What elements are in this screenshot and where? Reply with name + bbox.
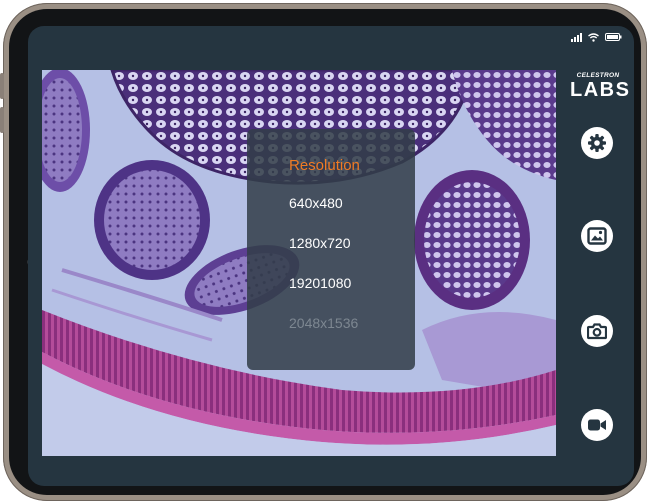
- gallery-button[interactable]: [581, 220, 613, 252]
- volume-up-button: [0, 73, 4, 99]
- app-screen: Resolution 640x480 1280x720 19201080 204…: [28, 26, 634, 486]
- resolution-option-640x480[interactable]: 640x480: [289, 195, 343, 211]
- brand-main-text: LABS: [570, 79, 631, 101]
- brand-top-text: CELESTRON: [576, 72, 620, 79]
- volume-down-button: [0, 107, 4, 133]
- record-video-button[interactable]: [581, 409, 613, 441]
- resolution-option-1280x720[interactable]: 1280x720: [289, 235, 351, 251]
- status-bar: [571, 30, 622, 44]
- settings-button[interactable]: [581, 127, 613, 159]
- resolution-menu: Resolution 640x480 1280x720 19201080 204…: [247, 129, 415, 370]
- resolution-option-1920x1080[interactable]: 19201080: [289, 275, 351, 291]
- celestron-labs-logo: CELESTRON LABS: [570, 72, 631, 101]
- capture-photo-button[interactable]: [581, 315, 613, 347]
- resolution-menu-title: Resolution: [289, 157, 360, 174]
- image-gallery-icon: [587, 227, 607, 245]
- camera-icon: [587, 323, 607, 340]
- cellular-signal-icon: [571, 32, 582, 42]
- wifi-icon: [588, 32, 599, 42]
- battery-icon: [605, 33, 622, 41]
- video-camera-icon: [588, 419, 606, 431]
- resolution-option-2048x1536: 2048x1536: [289, 315, 359, 331]
- gear-icon: [588, 134, 606, 152]
